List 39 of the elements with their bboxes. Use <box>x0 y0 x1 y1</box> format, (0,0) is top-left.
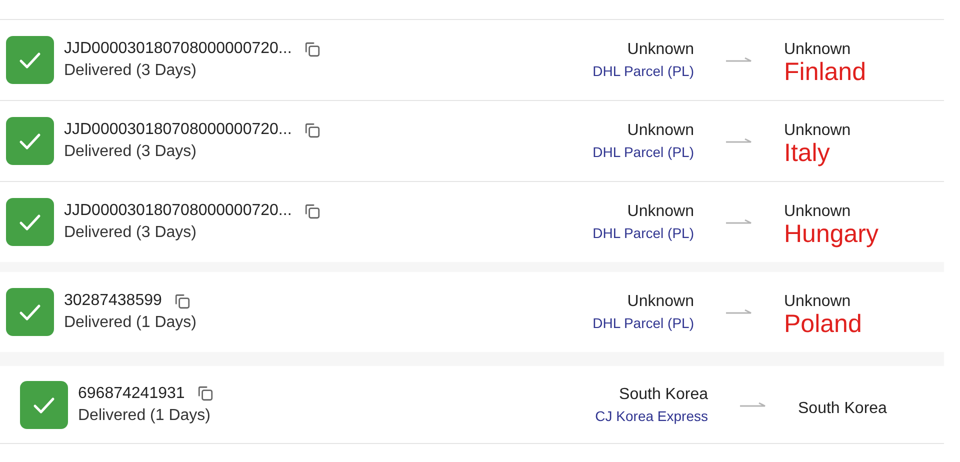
carrier-link[interactable]: DHL Parcel (PL) <box>592 144 694 160</box>
copy-icon[interactable] <box>304 122 321 138</box>
carrier-link[interactable]: CJ Korea Express <box>595 408 708 424</box>
origin-country: Unknown <box>627 203 694 221</box>
copy-icon[interactable] <box>304 202 321 220</box>
country-annotation: Hungary <box>784 221 878 249</box>
origin-country: Unknown <box>627 122 694 140</box>
delivery-status: Delivered (3 Days) <box>64 224 198 242</box>
tracking-number: JJD000030180708000000720... <box>64 40 292 58</box>
destination-country: Unknown <box>784 203 851 222</box>
check-icon <box>6 198 54 246</box>
destination-country: Unknown <box>784 293 851 312</box>
origin-country: Unknown <box>627 293 694 311</box>
origin-country: South Korea <box>619 386 708 404</box>
copy-icon[interactable] <box>174 292 191 310</box>
country-annotation: Finland <box>784 59 866 87</box>
check-icon <box>6 36 54 84</box>
carrier-link[interactable]: DHL Parcel (PL) <box>592 225 694 241</box>
carrier-link[interactable]: DHL Parcel (PL) <box>592 315 694 331</box>
copy-icon[interactable] <box>196 385 214 402</box>
check-icon <box>6 288 54 336</box>
country-annotation: Poland <box>784 311 862 339</box>
origin-country: Unknown <box>627 41 694 59</box>
tracking-number: JJD000030180708000000720... <box>64 121 292 139</box>
country-annotation: Italy <box>784 140 830 168</box>
check-icon <box>6 117 54 165</box>
tracking-number: JJD000030180708000000720... <box>64 202 292 220</box>
check-icon <box>20 380 68 428</box>
destination-country: Unknown <box>784 122 851 140</box>
delivery-status: Delivered (1 Days) <box>64 314 198 332</box>
delivery-status: Delivered (3 Days) <box>64 62 198 80</box>
copy-icon[interactable] <box>304 40 321 58</box>
tracking-number: 30287438599 <box>64 292 162 310</box>
delivery-status: Delivered (3 Days) <box>64 143 198 161</box>
carrier-link[interactable]: DHL Parcel (PL) <box>592 63 694 79</box>
tracking-number: 696874241931 <box>78 384 185 402</box>
delivery-status: Delivered (1 Days) <box>78 406 212 424</box>
destination-country: South Korea <box>798 400 887 418</box>
destination-country: Unknown <box>784 41 851 60</box>
